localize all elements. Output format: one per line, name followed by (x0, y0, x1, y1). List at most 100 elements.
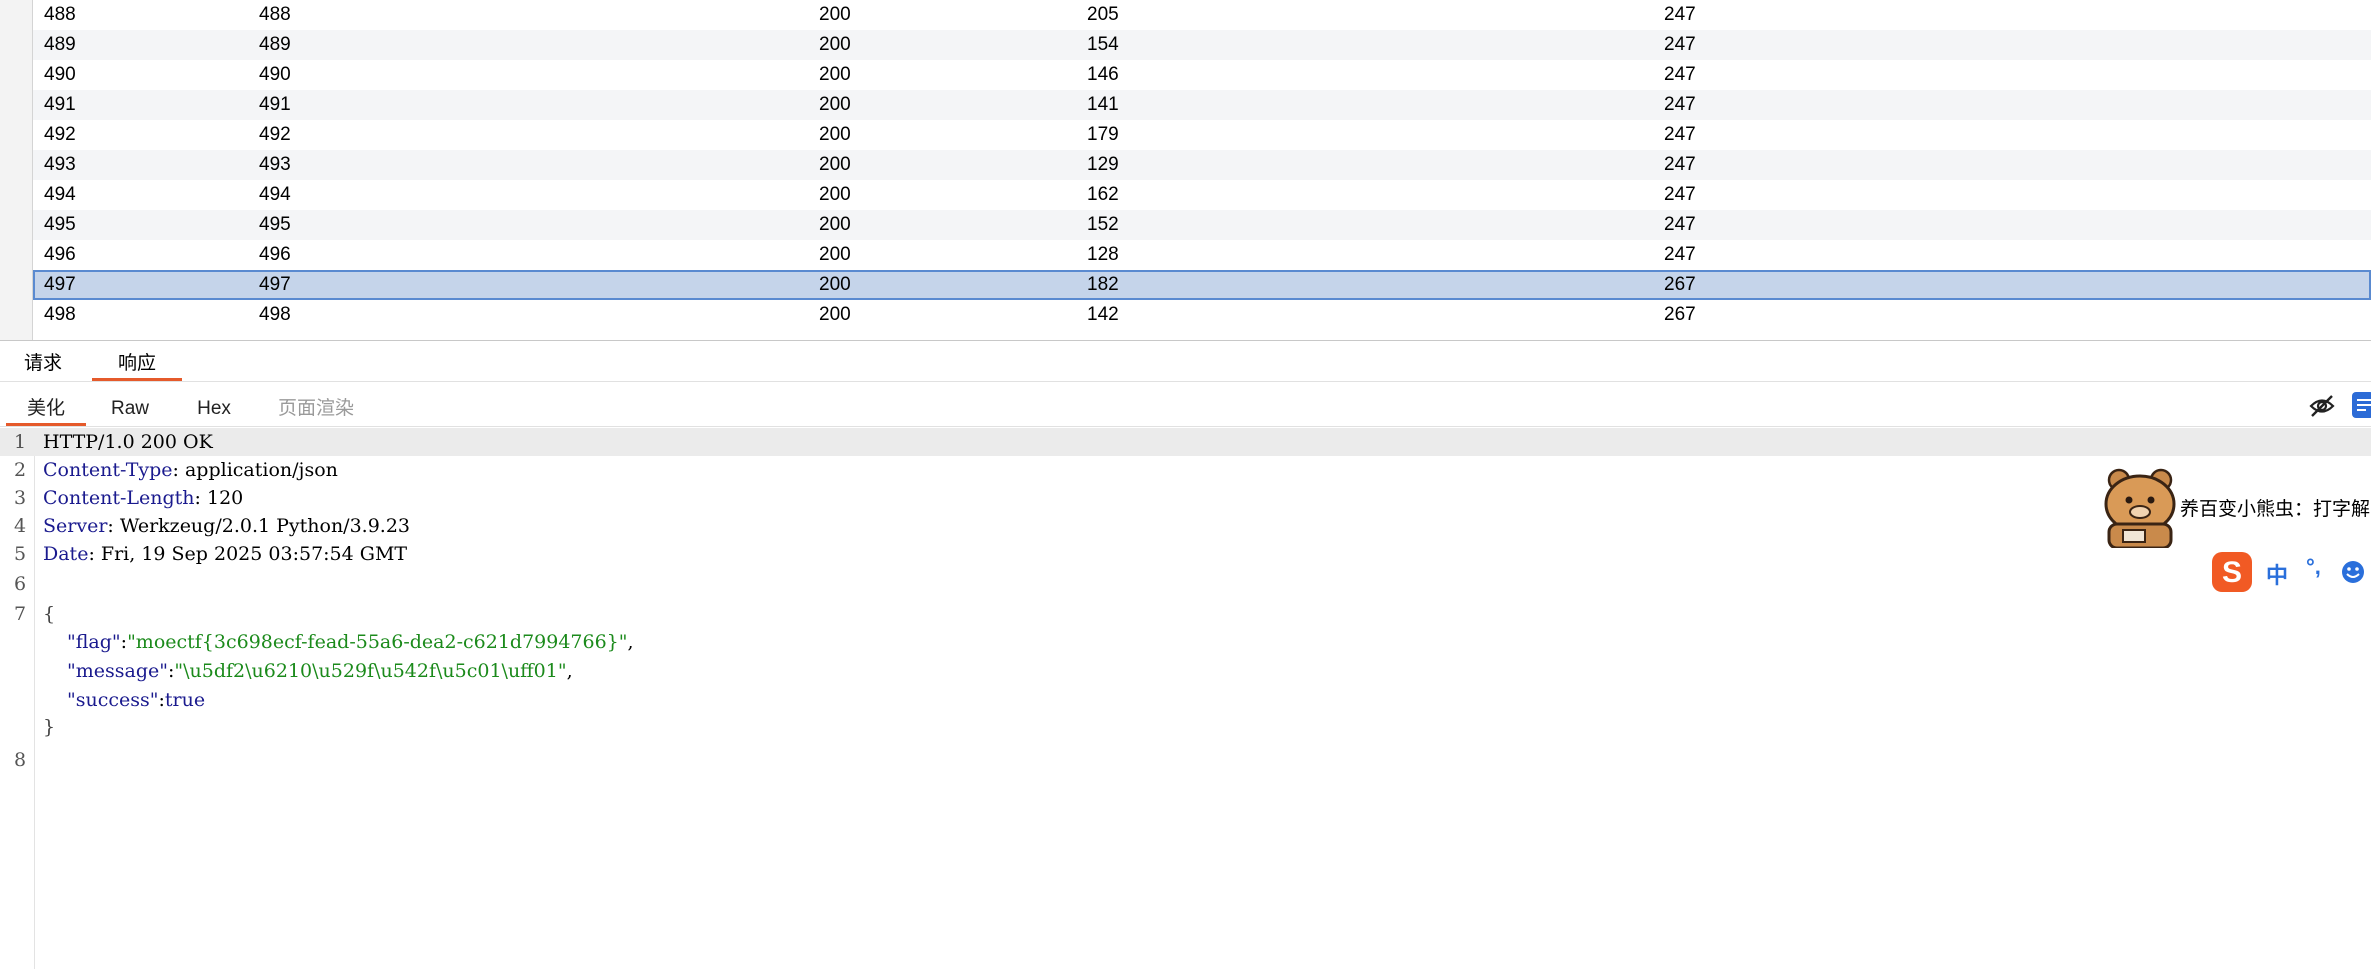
code-line: 4 Server: Werkzeug/2.0.1 Python/3.9.23 (0, 512, 2371, 540)
json-close-brace: } (43, 716, 56, 738)
cell-payload: 496 (259, 244, 291, 265)
table-row-selected[interactable]: 497 497 200 182 267 (33, 270, 2371, 300)
response-editor[interactable]: 1 HTTP/1.0 200 OK 2 Content-Type: applic… (0, 428, 2371, 969)
sogou-icon[interactable]: S (2210, 550, 2254, 594)
cell-length: 247 (1664, 64, 1696, 85)
cell-length: 247 (1664, 154, 1696, 175)
tab-raw[interactable]: Raw (98, 382, 162, 426)
cell-response-time: 152 (1087, 214, 1119, 235)
table-row[interactable]: 498 498 200 142 267 (33, 300, 2371, 330)
table-row[interactable]: 491 491 200 141 247 (33, 90, 2371, 120)
cell-payload: 492 (259, 124, 291, 145)
cell-length: 247 (1664, 4, 1696, 25)
json-key-flag: "flag" (67, 631, 121, 653)
json-key-success: "success" (67, 689, 159, 711)
cell-response-time: 142 (1087, 304, 1119, 325)
cell-payload: 498 (259, 304, 291, 325)
code-line: 5 Date: Fri, 19 Sep 2025 03:57:54 GMT (0, 540, 2371, 568)
cell-status-code: 200 (819, 94, 851, 115)
ime-punct-toggle[interactable]: °, (2306, 554, 2321, 580)
json-value-message: "\u5df2\u6210\u529f\u542f\u5c01\uff01" (174, 660, 567, 682)
eye-slash-icon[interactable] (2308, 393, 2336, 419)
cell-status-code: 200 (819, 184, 851, 205)
ime-mode-toggle[interactable]: 中 (2266, 558, 2288, 590)
line-number: 8 (14, 749, 27, 771)
ime-tip-text: 养百变小熊虫：打字解 (2180, 499, 2371, 520)
line-number: 5 (14, 543, 27, 565)
svg-text:S: S (2222, 556, 2242, 589)
cell-request-id: 497 (44, 274, 76, 295)
cell-length: 267 (1664, 274, 1696, 295)
cell-status-code: 200 (819, 244, 851, 265)
cell-status-code: 200 (819, 214, 851, 235)
header-value: 120 (206, 487, 244, 509)
cell-status-code: 200 (819, 34, 851, 55)
cell-payload: 495 (259, 214, 291, 235)
json-open-brace: { (43, 603, 56, 625)
bear-avatar-icon[interactable] (2099, 466, 2181, 548)
table-row[interactable]: 495 495 200 152 247 (33, 210, 2371, 240)
line-number: 1 (14, 431, 27, 453)
cell-response-time: 162 (1087, 184, 1119, 205)
header-value: Werkzeug/2.0.1 Python/3.9.23 (119, 515, 411, 537)
cell-status-code: 200 (819, 124, 851, 145)
code-line: 2 Content-Type: application/json (0, 456, 2371, 484)
table-row[interactable]: 489 489 200 154 247 (33, 30, 2371, 60)
cell-response-time: 141 (1087, 94, 1119, 115)
table-row[interactable]: 492 492 200 179 247 (33, 120, 2371, 150)
header-name: Content-Length (43, 487, 195, 509)
line-number: 3 (14, 487, 27, 509)
code-line: "message":"\u5df2\u6210\u529f\u542f\u5c0… (67, 660, 573, 682)
json-value-flag: "moectf{3c698ecf-fead-55a6-dea2-c621d799… (127, 631, 628, 653)
cell-payload: 488 (259, 4, 291, 25)
cell-payload: 489 (259, 34, 291, 55)
cell-request-id: 488 (44, 4, 76, 25)
code-line: 8 (0, 746, 2371, 774)
tab-request[interactable]: 请求 (8, 341, 78, 381)
cell-request-id: 493 (44, 154, 76, 175)
tab-pretty[interactable]: 美化 (6, 382, 86, 426)
cell-length: 247 (1664, 214, 1696, 235)
table-row[interactable]: 493 493 200 129 247 (33, 150, 2371, 180)
line-number: 2 (14, 459, 27, 481)
cell-request-id: 498 (44, 304, 76, 325)
line-number: 6 (14, 573, 27, 595)
cell-request-id: 495 (44, 214, 76, 235)
results-table: 488 488 200 205 247 489 489 200 154 247 490 490 200 1… (0, 0, 2371, 341)
cell-status-code: 200 (819, 4, 851, 25)
table-rows: 488 488 200 205 247 489 489 200 154 247 490 490 200 1… (33, 0, 2371, 330)
cell-length: 267 (1664, 304, 1696, 325)
header-name: Server (43, 515, 108, 537)
cell-request-id: 489 (44, 34, 76, 55)
cell-response-time: 182 (1087, 274, 1119, 295)
cell-payload: 490 (259, 64, 291, 85)
code-line: "success":true (67, 689, 206, 711)
table-left-gutter (0, 0, 33, 340)
cell-payload: 491 (259, 94, 291, 115)
cell-response-time: 146 (1087, 64, 1119, 85)
cell-payload: 493 (259, 154, 291, 175)
wrap-lines-icon[interactable] (2352, 392, 2371, 418)
message-tabs: 请求 响应 (0, 341, 2371, 382)
table-row[interactable]: 494 494 200 162 247 (33, 180, 2371, 210)
cell-length: 247 (1664, 34, 1696, 55)
tab-render[interactable]: 页面渲染 (262, 382, 370, 426)
cell-response-time: 128 (1087, 244, 1119, 265)
cell-request-id: 494 (44, 184, 76, 205)
cell-response-time: 154 (1087, 34, 1119, 55)
code-line: } (0, 713, 2371, 741)
header-name: Content-Type (43, 459, 173, 481)
code-line: 1 HTTP/1.0 200 OK (0, 428, 2371, 456)
table-row[interactable]: 488 488 200 205 247 (33, 0, 2371, 30)
table-row[interactable]: 496 496 200 128 247 (33, 240, 2371, 270)
tab-hex[interactable]: Hex (182, 382, 246, 426)
table-row[interactable]: 490 490 200 146 247 (33, 60, 2371, 90)
tab-response[interactable]: 响应 (92, 341, 182, 381)
json-value-success: true (164, 689, 206, 711)
cell-length: 247 (1664, 244, 1696, 265)
code-line: 3 Content-Length: 120 (0, 484, 2371, 512)
code-line: "flag":"moectf{3c698ecf-fead-55a6-dea2-c… (67, 631, 634, 653)
header-value: Fri, 19 Sep 2025 03:57:54 GMT (100, 543, 408, 565)
cell-payload: 494 (259, 184, 291, 205)
smiley-icon[interactable] (2341, 560, 2365, 584)
